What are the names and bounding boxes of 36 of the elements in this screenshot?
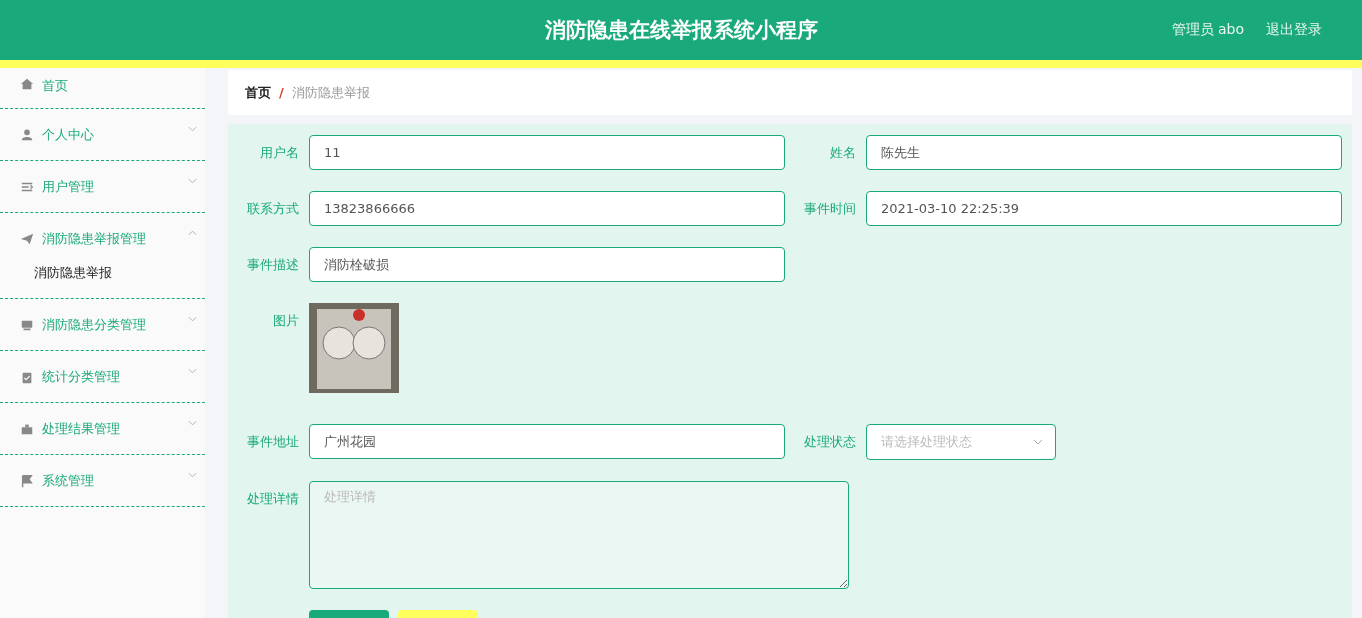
field-label: 处理状态 (803, 433, 857, 451)
logout-link[interactable]: 退出登录 (1266, 21, 1322, 39)
home-icon (20, 77, 34, 91)
sidebar-item[interactable]: 统计分类管理 (0, 351, 205, 402)
field-label: 处理详情 (246, 490, 300, 508)
text-field[interactable]: 消防栓破损 (309, 247, 785, 282)
chevron-down-icon (1033, 439, 1043, 445)
sidebar-item[interactable]: 系统管理 (0, 455, 205, 506)
flag-icon (20, 473, 34, 488)
sidebar-item[interactable]: 首页 (0, 68, 205, 108)
field-label: 姓名 (829, 144, 857, 162)
sidebar-item[interactable]: 个人中心 (0, 109, 205, 160)
breadcrumb-item[interactable]: 首页 (245, 83, 271, 102)
text-field[interactable]: 广州花园 (309, 424, 785, 459)
field-label: 用户名 (259, 144, 300, 162)
sidebar-subitem[interactable]: 消防隐患举报 (0, 264, 205, 298)
text-field[interactable]: 11 (309, 135, 785, 170)
person-icon (20, 127, 34, 142)
app-title: 消防隐患在线举报系统小程序 (544, 17, 818, 44)
sidebar-item[interactable]: 消防隐患分类管理 (0, 299, 205, 350)
user-name: 管理员 abo (1171, 21, 1244, 39)
sidebar-item[interactable]: 消防隐患举报管理 (0, 213, 205, 264)
breadcrumb-separator: / (279, 85, 284, 100)
field-label: 图片 (272, 312, 300, 330)
text-field[interactable]: 2021-03-10 22:25:39 (866, 191, 1342, 226)
field-label: 联系方式 (246, 200, 300, 218)
breadcrumb-item: 消防隐患举报 (291, 83, 370, 102)
paper-plane-icon (20, 231, 34, 246)
sidebar-item[interactable]: 处理结果管理 (0, 403, 205, 454)
text-field[interactable]: 13823866666 (309, 191, 785, 226)
field-label: 事件地址 (246, 433, 300, 451)
sidebar-item[interactable]: 用户管理 (0, 161, 205, 212)
text-field[interactable]: 陈先生 (866, 135, 1342, 170)
field-label: 事件描述 (246, 256, 300, 274)
field-label: 事件时间 (803, 200, 857, 218)
status-select[interactable]: 请选择处理状态 (866, 424, 1056, 460)
